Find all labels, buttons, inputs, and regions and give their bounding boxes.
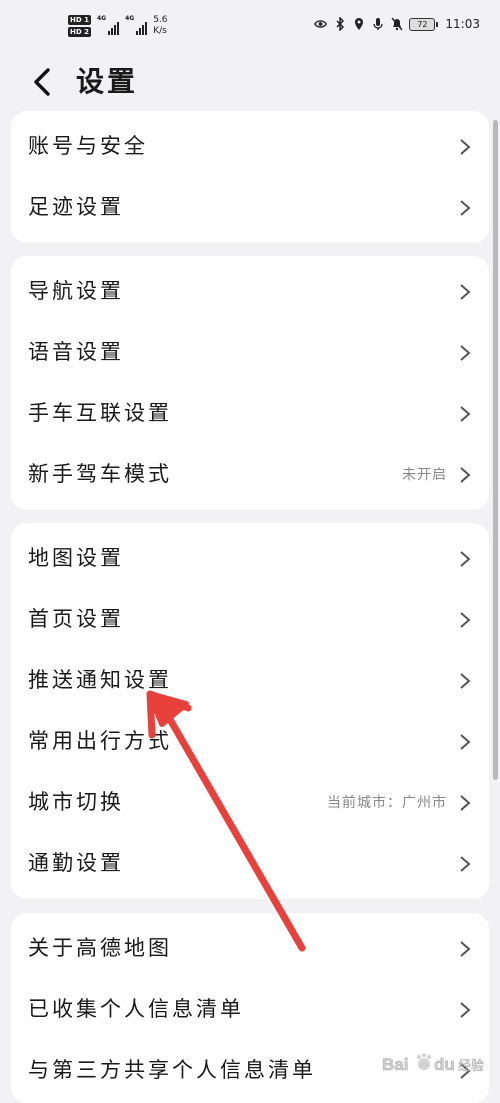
- watermark: Bai du 经验: [380, 1050, 492, 1078]
- chevron-right-icon: [460, 467, 471, 483]
- settings-item-footprint[interactable]: 足迹设置: [11, 177, 489, 238]
- settings-item-label: 新手驾车模式: [28, 462, 172, 486]
- chevron-right-icon: [460, 406, 471, 422]
- settings-item-account-security[interactable]: 账号与安全: [11, 116, 489, 177]
- signal-icon-1: 4G: [97, 15, 120, 35]
- settings-item-label: 已收集个人信息清单: [28, 997, 244, 1021]
- chevron-right-icon: [460, 345, 471, 361]
- hd1-badge: HD 1: [68, 15, 91, 25]
- chevron-right-icon: [460, 795, 471, 811]
- settings-item-label: 账号与安全: [28, 134, 148, 158]
- network-speed: 5.6 K/s: [153, 15, 168, 36]
- status-bar: HD 1 HD 2 4G 4G 5.6 K/s 72 11:03: [0, 0, 500, 50]
- bluetooth-icon: [333, 17, 346, 31]
- chevron-right-icon: [460, 941, 471, 957]
- eye-icon: [314, 18, 328, 31]
- svg-text:Bai: Bai: [382, 1055, 408, 1074]
- svg-text:du: du: [434, 1055, 455, 1074]
- settings-item-collected-info[interactable]: 已收集个人信息清单: [11, 979, 489, 1040]
- settings-item-about[interactable]: 关于高德地图: [11, 918, 489, 979]
- settings-item-travel-mode[interactable]: 常用出行方式: [11, 711, 489, 772]
- mute-bell-icon: [390, 17, 403, 31]
- settings-item-voice[interactable]: 语音设置: [11, 322, 489, 383]
- settings-item-label: 语音设置: [28, 340, 124, 364]
- settings-item-label: 关于高德地图: [28, 936, 172, 960]
- clock: 11:03: [445, 17, 480, 31]
- settings-item-homepage[interactable]: 首页设置: [11, 589, 489, 650]
- settings-item-label: 推送通知设置: [28, 668, 172, 692]
- settings-item-label: 地图设置: [28, 546, 124, 570]
- chevron-right-icon: [460, 551, 471, 567]
- battery-icon: 72: [409, 17, 439, 31]
- location-icon: [352, 18, 365, 31]
- settings-group-navigation: 导航设置 语音设置 手车互联设置 新手驾车模式 未开启: [11, 256, 489, 510]
- settings-group-account: 账号与安全 足迹设置: [11, 111, 489, 243]
- signal-icon-2: 4G: [125, 15, 148, 35]
- settings-item-label: 足迹设置: [28, 195, 124, 219]
- settings-item-label: 常用出行方式: [28, 729, 172, 753]
- status-right: 72 11:03: [314, 17, 480, 31]
- settings-item-value: 当前城市：广州市: [327, 795, 447, 811]
- settings-group-map: 地图设置 首页设置 推送通知设置 常用出行方式 城市切换 当前城市：广州市 通勤…: [11, 523, 489, 899]
- svg-text:经验: 经验: [458, 1058, 484, 1074]
- scrollbar-thumb[interactable]: [493, 120, 498, 780]
- settings-item-label: 手车互联设置: [28, 401, 172, 425]
- chevron-left-icon: [34, 68, 50, 96]
- settings-item-push-notification[interactable]: 推送通知设置: [11, 650, 489, 711]
- page-title: 设置: [76, 65, 139, 98]
- header: 设置: [0, 55, 500, 110]
- hd2-badge: HD 2: [68, 27, 91, 37]
- settings-item-label: 城市切换: [28, 790, 124, 814]
- settings-item-value: 未开启: [402, 467, 447, 483]
- settings-item-navigation[interactable]: 导航设置: [11, 261, 489, 322]
- chevron-right-icon: [460, 673, 471, 689]
- settings-item-car-link[interactable]: 手车互联设置: [11, 383, 489, 444]
- chevron-right-icon: [460, 200, 471, 216]
- settings-item-novice-driving[interactable]: 新手驾车模式 未开启: [11, 444, 489, 505]
- chevron-right-icon: [460, 1002, 471, 1018]
- chevron-right-icon: [460, 284, 471, 300]
- back-button[interactable]: [28, 65, 58, 99]
- settings-item-label: 通勤设置: [28, 851, 124, 875]
- settings-item-label: 首页设置: [28, 607, 124, 631]
- settings-item-label: 导航设置: [28, 279, 124, 303]
- chevron-right-icon: [460, 734, 471, 750]
- chevron-right-icon: [460, 139, 471, 155]
- settings-item-map[interactable]: 地图设置: [11, 528, 489, 589]
- paw-icon: Bai du 经验: [382, 1053, 484, 1074]
- chevron-right-icon: [460, 612, 471, 628]
- status-left: HD 1 HD 2 4G 4G 5.6 K/s: [68, 15, 168, 37]
- chevron-right-icon: [460, 856, 471, 872]
- microphone-icon: [371, 18, 384, 31]
- settings-item-label: 与第三方共享个人信息清单: [28, 1058, 316, 1082]
- settings-item-commute[interactable]: 通勤设置: [11, 833, 489, 894]
- settings-item-city-switch[interactable]: 城市切换 当前城市：广州市: [11, 772, 489, 833]
